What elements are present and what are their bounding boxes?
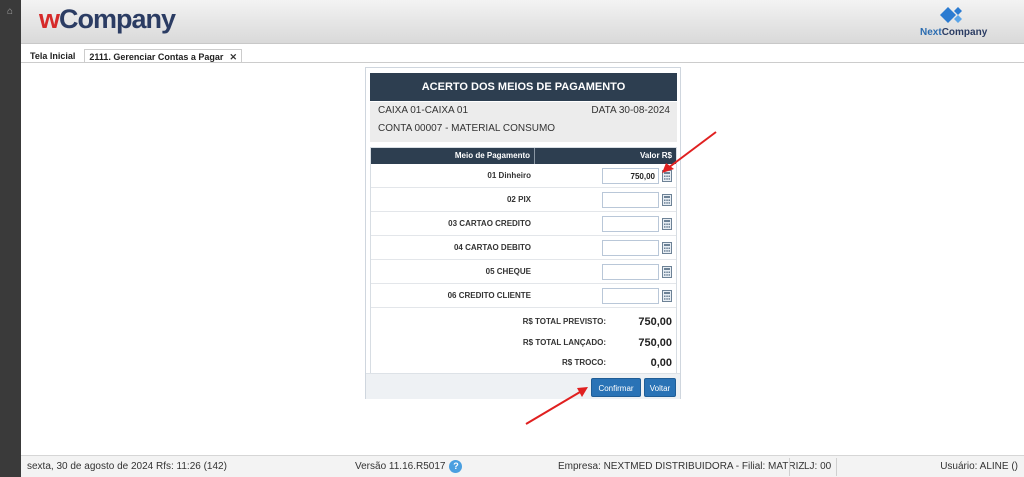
payment-table: Meio de Pagamento Valor R$ 01 Dinheiro 0… <box>370 147 677 376</box>
payment-value-input[interactable] <box>602 192 659 208</box>
conta-label: CONTA 00007 - MATERIAL CONSUMO <box>378 123 556 134</box>
status-divider <box>789 458 790 476</box>
table-header: Meio de Pagamento Valor R$ <box>371 148 676 164</box>
tab-divider <box>21 62 1024 63</box>
total-lancado-label: R$ TOTAL LANÇADO: <box>522 338 606 347</box>
payment-label: 01 Dinheiro <box>487 171 531 180</box>
close-tab-icon[interactable]: ✕ <box>229 52 237 62</box>
table-row: 01 Dinheiro <box>371 164 676 188</box>
total-previsto-row: R$ TOTAL PREVISTO: 750,00 <box>371 311 676 333</box>
total-lancado-row: R$ TOTAL LANÇADO: 750,00 <box>371 332 676 354</box>
calculator-icon[interactable] <box>662 194 672 206</box>
nextcompany-logo: NextCompany <box>920 5 987 39</box>
nextcompany-label: NextCompany <box>920 27 988 38</box>
tab-tela-inicial[interactable]: Tela Inicial <box>26 49 79 63</box>
calculator-icon[interactable] <box>662 242 672 254</box>
payment-value-input[interactable] <box>602 264 659 280</box>
table-row: 02 PIX <box>371 188 676 212</box>
app-header: wCompany NextCompany <box>21 0 1024 44</box>
payment-value-input[interactable] <box>602 216 659 232</box>
table-row: 04 CARTAO DEBITO <box>371 236 676 260</box>
payment-label: 04 CARTAO DEBITO <box>453 243 531 252</box>
troco-value: 0,00 <box>650 357 672 369</box>
annotation-arrow-icon <box>525 387 588 425</box>
col-payment-header: Meio de Pagamento <box>371 148 535 164</box>
confirm-button[interactable]: Confirmar <box>591 378 641 397</box>
table-row: 06 CREDITO CLIENTE <box>371 284 676 308</box>
payment-dialog: ACERTO DOS MEIOS DE PAGAMENTO CAIXA 01-C… <box>365 67 681 399</box>
payment-value-input[interactable] <box>602 288 659 304</box>
status-version: Versão 11.16.R5017? <box>355 456 463 477</box>
nextcompany-diamond-icon <box>940 7 962 23</box>
status-lj: LJ: 00 <box>804 461 832 472</box>
payment-label: 02 PIX <box>506 195 531 204</box>
troco-label: R$ TROCO: <box>562 358 606 367</box>
dialog-title: ACERTO DOS MEIOS DE PAGAMENTO <box>370 73 677 101</box>
table-row: 03 CARTAO CREDITO <box>371 212 676 236</box>
status-bar: sexta, 30 de agosto de 2024 Rfs: 11:26 (… <box>21 455 1024 477</box>
left-sidebar: ⌂ <box>0 0 21 477</box>
payment-label: 03 CARTAO CREDITO <box>448 219 531 228</box>
home-icon[interactable]: ⌂ <box>4 6 16 18</box>
payment-label: 06 CREDITO CLIENTE <box>447 291 531 300</box>
total-previsto-value: 750,00 <box>638 316 672 328</box>
calculator-icon[interactable] <box>662 218 672 230</box>
back-button[interactable]: Voltar <box>644 378 676 397</box>
wcompany-logo: wCompany <box>39 4 176 34</box>
total-lancado-value: 750,00 <box>638 337 672 349</box>
help-icon[interactable]: ? <box>449 459 463 473</box>
data-label: DATA 30-08-2024 <box>591 105 670 116</box>
dialog-info-panel: CAIXA 01-CAIXA 01 DATA 30-08-2024 CONTA … <box>370 102 677 142</box>
troco-row: R$ TROCO: 0,00 <box>371 352 676 374</box>
calculator-icon[interactable] <box>662 290 672 302</box>
status-datetime: sexta, 30 de agosto de 2024 Rfs: 11:26 (… <box>27 461 227 472</box>
tab-gerenciar-contas[interactable]: 2111. Gerenciar Contas a Pagar ✕ <box>84 49 242 63</box>
status-divider <box>836 458 837 476</box>
status-user: Usuário: ALINE () <box>940 461 1018 472</box>
payment-value-input[interactable] <box>602 240 659 256</box>
status-company: Empresa: NEXTMED DISTRIBUIDORA - Filial:… <box>558 461 805 472</box>
annotation-arrow-icon <box>662 131 717 173</box>
table-row: 05 CHEQUE <box>371 260 676 284</box>
payment-label: 05 CHEQUE <box>485 267 531 276</box>
total-previsto-label: R$ TOTAL PREVISTO: <box>522 317 606 326</box>
caixa-label: CAIXA 01-CAIXA 01 <box>378 105 469 116</box>
calculator-icon[interactable] <box>662 266 672 278</box>
